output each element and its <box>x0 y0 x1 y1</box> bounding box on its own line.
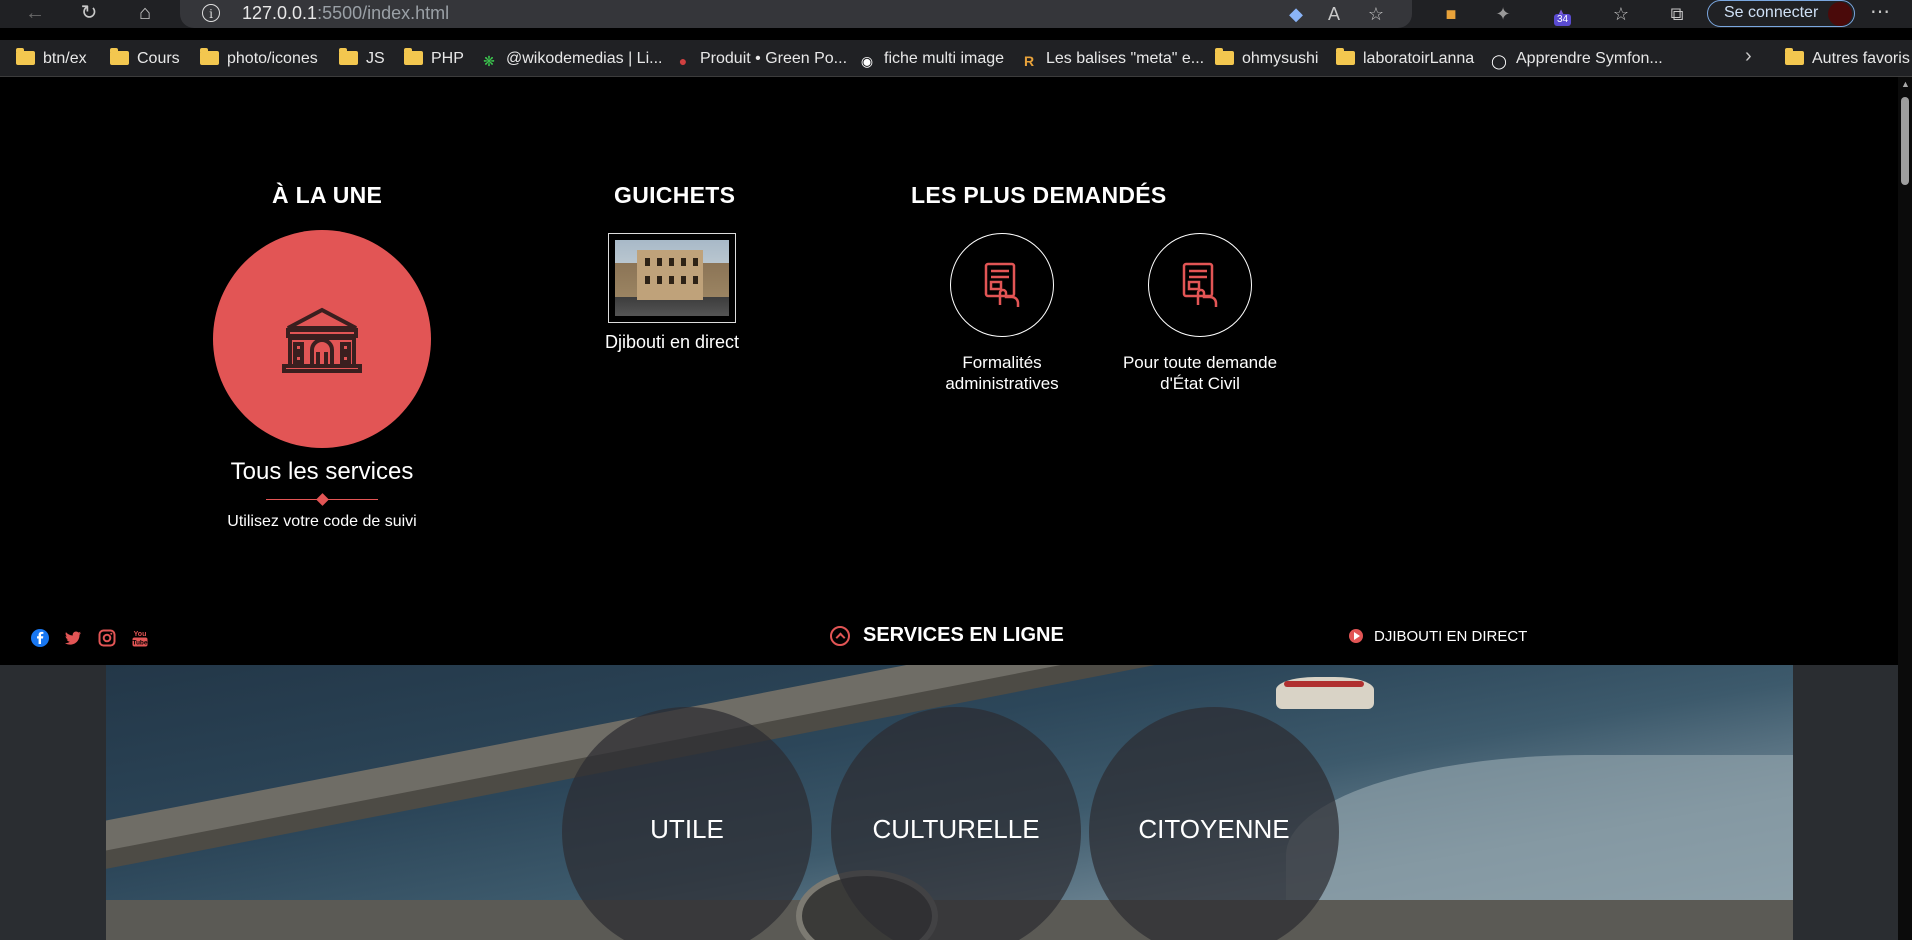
extension-badge: 34 <box>1554 14 1572 26</box>
site-icon: R <box>1023 53 1035 69</box>
favorites-icon[interactable]: ☆ <box>1608 2 1634 28</box>
svg-text:Tube: Tube <box>132 640 147 647</box>
bookmark-item[interactable]: ◉ fiche multi image <box>858 48 1004 70</box>
hero-aerial-photo: UTILE CULTURELLE CITOYENNE <box>106 665 1793 940</box>
chevron-right-icon[interactable]: › <box>1745 45 1752 68</box>
bookmark-item[interactable]: PHP <box>404 48 464 70</box>
play-icon[interactable] <box>1349 629 1363 643</box>
site-icon: ◯ <box>1491 53 1507 69</box>
building-photo <box>615 240 729 316</box>
category-culturelle-label[interactable]: CULTURELLE <box>831 814 1081 845</box>
twitter-icon[interactable] <box>63 628 83 648</box>
svg-text:You: You <box>134 631 147 638</box>
folder-icon <box>16 48 35 65</box>
reload-icon[interactable]: ↻ <box>74 0 104 26</box>
scroll-up-arrow-icon[interactable]: ▲ <box>1901 79 1910 89</box>
bookmark-item[interactable]: btn/ex <box>16 48 87 70</box>
site-icon: ● <box>678 53 688 69</box>
folder-icon <box>339 48 358 65</box>
extension-icon[interactable]: ✦ <box>1490 2 1516 28</box>
form-hand-icon <box>984 262 1020 307</box>
browser-toolbar: ← ↻ ⌂ i 127.0.0.1:5500/index.html ◆ A ☆ … <box>0 0 1912 28</box>
chevron-up-circle-icon[interactable] <box>830 626 850 646</box>
bookmarks-bar: btn/ex Cours photo/icones JS PHP ❋ @wikod… <box>0 40 1912 77</box>
home-icon[interactable]: ⌂ <box>130 0 160 26</box>
category-utile-label[interactable]: UTILE <box>562 814 812 845</box>
sparkle-icon: ❋ <box>483 53 495 69</box>
folder-icon <box>404 48 423 65</box>
all-services-button[interactable] <box>213 230 431 448</box>
add-favorite-icon[interactable]: ☆ <box>1364 2 1388 26</box>
guichets-title: GUICHETS <box>614 182 736 208</box>
site-icon: ◉ <box>860 53 874 69</box>
site-info-icon[interactable]: i <box>202 4 220 22</box>
bookmark-item[interactable]: JS <box>339 48 385 70</box>
services-en-ligne-title[interactable]: SERVICES EN LIGNE <box>863 624 1064 647</box>
form-hand-icon <box>1182 262 1218 307</box>
bookmark-item[interactable]: Autres favoris <box>1785 48 1910 70</box>
category-citoyenne-label[interactable]: CITOYENNE <box>1089 814 1339 845</box>
djibouti-direct-link[interactable]: Djibouti en direct <box>592 332 752 353</box>
tag-icon[interactable]: ◆ <box>1284 2 1308 26</box>
bookmark-item[interactable]: ● Produit • Green Po... <box>674 48 847 70</box>
bookmark-item[interactable]: Cours <box>110 48 180 70</box>
bookmark-item[interactable]: ❋ @wikodemedias | Li... <box>480 48 662 70</box>
back-arrow-icon[interactable]: ← <box>20 0 50 26</box>
signin-button[interactable]: Se connecter <box>1707 0 1855 27</box>
avatar <box>1828 2 1852 26</box>
facebook-icon[interactable] <box>30 628 50 648</box>
scrollbar-thumb[interactable] <box>1901 97 1909 185</box>
building-icon <box>282 307 362 373</box>
collections-icon[interactable]: ⧉ <box>1664 2 1690 28</box>
etat-civil-button[interactable] <box>1148 233 1252 337</box>
formalites-button[interactable] <box>950 233 1054 337</box>
bookmark-item[interactable]: ◯ Apprendre Symfon... <box>1490 48 1663 70</box>
bookmark-item[interactable]: R Les balises "meta" e... <box>1020 48 1204 70</box>
folder-icon <box>1215 48 1234 65</box>
tracking-subtitle: Utilisez votre code de suivi <box>227 513 417 530</box>
plus-demandes-title: LES PLUS DEMANDÉS <box>911 182 1167 208</box>
folder-icon <box>1336 48 1355 65</box>
bookmark-item[interactable]: ohmysushi <box>1215 48 1318 70</box>
extension-icon[interactable]: ■ <box>1438 2 1464 28</box>
bookmark-item[interactable]: photo/icones <box>200 48 318 70</box>
url-text[interactable]: 127.0.0.1:5500/index.html <box>242 3 449 24</box>
youtube-icon[interactable]: You Tube <box>130 628 150 648</box>
etat-civil-label[interactable]: Pour toute demande d'État Civil <box>1100 352 1300 394</box>
folder-icon <box>110 48 129 65</box>
djibouti-en-direct-link[interactable]: DJIBOUTI EN DIRECT <box>1374 628 1527 645</box>
scrollbar[interactable]: ▲ <box>1898 77 1912 940</box>
folder-icon <box>1785 48 1804 65</box>
signin-label: Se connecter <box>1724 4 1819 21</box>
bookmark-item[interactable]: laboratoirLanna <box>1336 48 1474 70</box>
instagram-icon[interactable] <box>97 628 117 648</box>
all-services-link[interactable]: Tous les services <box>200 458 444 486</box>
folder-icon <box>200 48 219 65</box>
formalites-label[interactable]: Formalités administratives <box>920 352 1084 394</box>
more-icon[interactable]: ⋯ <box>1870 0 1890 24</box>
a-la-une-title: À LA UNE <box>272 182 383 208</box>
address-bar[interactable]: i 127.0.0.1:5500/index.html ◆ A ☆ <box>180 0 1412 28</box>
read-aloud-icon[interactable]: A <box>1322 2 1346 26</box>
djibouti-thumbnail[interactable] <box>608 233 736 323</box>
